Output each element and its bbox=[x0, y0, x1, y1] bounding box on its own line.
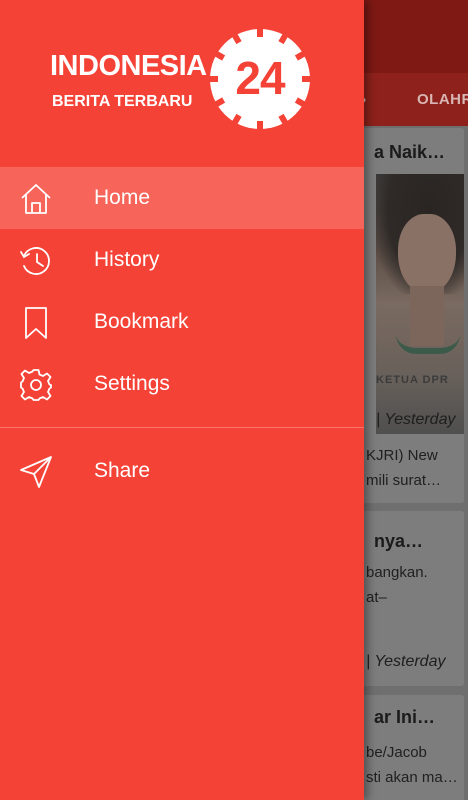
menu-item-label: Home bbox=[94, 186, 151, 209]
home-icon bbox=[21, 184, 51, 214]
menu-item-share[interactable]: Share bbox=[0, 440, 364, 502]
menu-divider bbox=[0, 427, 364, 428]
drawer-header: INDONESIA BERITA TERBARU 24 bbox=[0, 0, 364, 165]
news-card-time: | Yesterday bbox=[366, 653, 446, 670]
menu-item-label: Bookmark bbox=[94, 310, 189, 333]
navigation-drawer: INDONESIA BERITA TERBARU 24 Home History… bbox=[0, 0, 364, 800]
menu-item-history[interactable]: History bbox=[0, 229, 364, 291]
news-card[interactable]: ar Ini… be/Jacob sti akan ma… bbox=[362, 695, 464, 800]
news-card-photo bbox=[376, 174, 464, 434]
menu-item-settings[interactable]: Settings bbox=[0, 353, 364, 415]
menu-item-label: Settings bbox=[94, 372, 170, 395]
drawer-menu: Home History Bookmark Settings bbox=[0, 167, 364, 415]
send-icon bbox=[20, 456, 52, 488]
brand-name: INDONESIA bbox=[50, 50, 207, 82]
news-card-title: a Naik… bbox=[374, 142, 446, 162]
menu-item-home[interactable]: Home bbox=[0, 167, 364, 229]
menu-item-label: Share bbox=[94, 459, 151, 482]
gear-icon bbox=[20, 369, 52, 401]
news-card-snippet: KJRI) New mili surat… bbox=[366, 447, 442, 489]
menu-item-label: History bbox=[94, 248, 160, 271]
menu-item-bookmark[interactable]: Bookmark bbox=[0, 291, 364, 353]
news-card-photo-caption: KETUA DPR bbox=[376, 374, 449, 386]
news-card[interactable]: nya… bangkan. at– | Yesterday bbox=[362, 511, 464, 686]
tab-olahraga[interactable]: OLAHR bbox=[417, 91, 468, 108]
news-card-title: nya… bbox=[374, 531, 424, 551]
news-card-time: | Yesterday bbox=[376, 411, 456, 428]
news-card-snippet: bangkan. at– bbox=[366, 564, 428, 606]
brand-tagline: BERITA TERBARU bbox=[52, 93, 193, 110]
news-card-title: ar Ini… bbox=[374, 707, 436, 727]
news-card[interactable]: a Naik… KETUA DPR | Yesterday KJRI) New … bbox=[362, 128, 464, 503]
bookmark-icon bbox=[25, 307, 47, 339]
history-icon bbox=[20, 247, 50, 275]
news-card-snippet: be/Jacob sti akan ma… bbox=[366, 744, 458, 786]
logo-badge-number: 24 bbox=[235, 52, 285, 104]
